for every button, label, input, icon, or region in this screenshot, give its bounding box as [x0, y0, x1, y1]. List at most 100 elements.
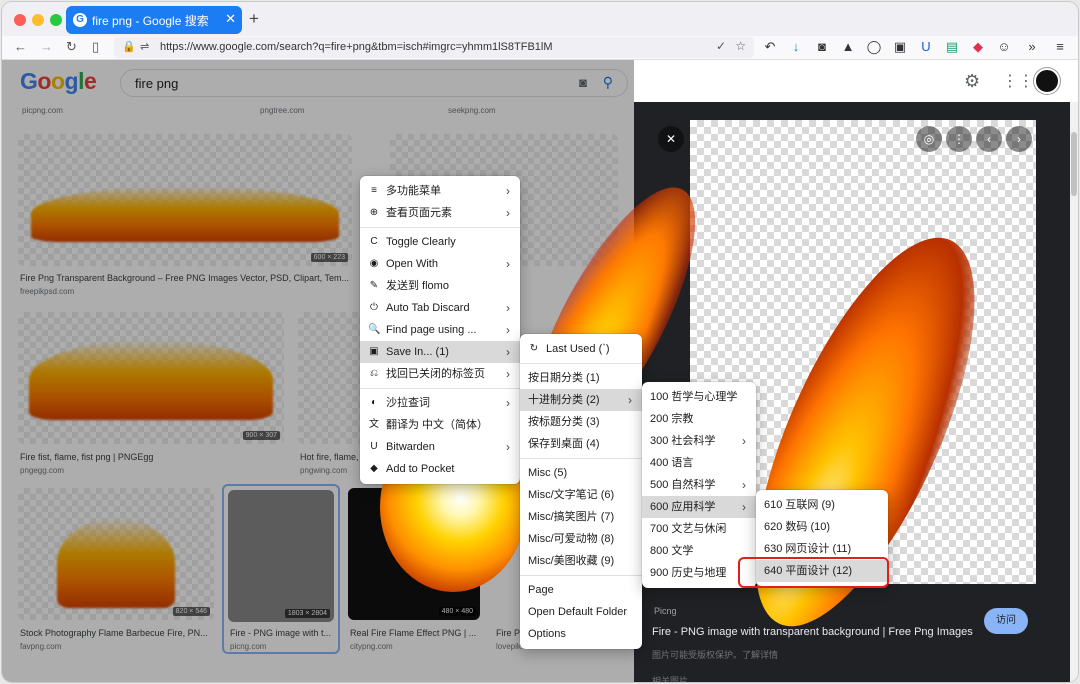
menu-separator	[360, 227, 520, 228]
menu-item-按日期分类-1[interactable]: 按日期分类 (1)	[520, 367, 642, 389]
menu-item-misc-5[interactable]: Misc (5)	[520, 462, 642, 484]
menu-item-label: Options	[528, 628, 566, 640]
copyright-note[interactable]: 图片可能受版权保护。了解详情	[652, 648, 778, 661]
menu-item-发送到-flomo[interactable]: ✎ 发送到 flomo	[360, 275, 520, 297]
menu-item-label: 按标题分类 (3)	[528, 416, 600, 428]
bitwarden-icon[interactable]: U	[918, 39, 934, 55]
menu-item-沙拉查词[interactable]: ◐ 沙拉查词 ›	[360, 392, 520, 414]
menu-item-misc-搞笑图片-7[interactable]: Misc/搞笑图片 (7)	[520, 506, 642, 528]
gear-icon[interactable]: ⚙	[964, 71, 980, 92]
back-arrow-icon[interactable]: ←	[14, 39, 27, 54]
forward-arrow-icon[interactable]: →	[40, 39, 53, 54]
menu-item-100-哲学与心理学[interactable]: 100 哲学与心理学	[642, 386, 756, 408]
reload-icon[interactable]: ↻	[66, 39, 77, 55]
overflow-chevron-icon[interactable]: »	[1024, 39, 1040, 55]
menu-item-open-default-folder[interactable]: Open Default Folder	[520, 601, 642, 623]
circle-extension-icon[interactable]: ◯	[866, 39, 882, 55]
menu-item-多功能菜单[interactable]: ≡ 多功能菜单 ›	[360, 180, 520, 202]
menu-item-label: 按日期分类 (1)	[528, 372, 600, 384]
menu-item-600-应用科学[interactable]: 600 应用科学 ›	[642, 496, 756, 518]
menu-item-label: 多功能菜单	[386, 185, 441, 197]
more-options-icon[interactable]: ⋮	[946, 126, 972, 152]
menu-item-auto-tab-discard[interactable]: ⏻ Auto Tab Discard ›	[360, 297, 520, 319]
menu-separator	[520, 575, 642, 576]
menu-item-misc-文字笔记-6[interactable]: Misc/文字笔记 (6)	[520, 484, 642, 506]
tab-title: fire png - Google 搜索	[92, 13, 209, 28]
menu-item-label: 400 语言	[650, 457, 694, 469]
bookmark-star-icon[interactable]: ☆	[735, 39, 746, 53]
menu-item-400-语言[interactable]: 400 语言	[642, 452, 756, 474]
menu-item-按标题分类-3[interactable]: 按标题分类 (3)	[520, 411, 642, 433]
menu-item-icon: C	[370, 236, 378, 247]
container-icon[interactable]: ▣	[892, 39, 908, 55]
maximize-window-button[interactable]	[50, 14, 62, 26]
sidebar-icon[interactable]: ▯	[92, 39, 99, 55]
close-window-button[interactable]	[14, 14, 26, 26]
menu-item-查看页面元素[interactable]: ⊕ 查看页面元素 ›	[360, 202, 520, 224]
preview-title[interactable]: Fire - PNG image with transparent backgr…	[652, 626, 973, 638]
url-text[interactable]: https://www.google.com/search?q=fire+png…	[160, 41, 553, 53]
menu-item-last-used[interactable]: ↻ Last Used (`)	[520, 338, 642, 360]
menu-hamburger-icon[interactable]: ≡	[1052, 39, 1068, 55]
menu-item-保存到桌面-4[interactable]: 保存到桌面 (4)	[520, 433, 642, 455]
checkmark-icon[interactable]: ✓	[716, 39, 726, 53]
menu-item-page[interactable]: Page	[520, 579, 642, 601]
close-tab-icon[interactable]: ✕	[225, 11, 236, 27]
menu-item-find-page-using[interactable]: 🔍 Find page using ... ›	[360, 319, 520, 341]
menu-item-500-自然科学[interactable]: 500 自然科学 ›	[642, 474, 756, 496]
apps-grid-icon[interactable]: ⋮⋮	[1002, 71, 1034, 91]
avatar[interactable]	[1034, 68, 1060, 94]
menu-item-label: 500 自然科学	[650, 479, 716, 491]
download-icon[interactable]: ↓	[788, 39, 804, 55]
menu-separator	[360, 388, 520, 389]
next-icon[interactable]: ›	[1006, 126, 1032, 152]
scrollbar-thumb[interactable]	[1071, 132, 1077, 196]
close-icon[interactable]: ✕	[658, 126, 684, 152]
lens-icon[interactable]: ◎	[916, 126, 942, 152]
history-back-extension-icon[interactable]: ↶	[762, 39, 778, 55]
menu-item-label: 100 哲学与心理学	[650, 391, 738, 403]
menu-item-add-to-pocket[interactable]: ◆ Add to Pocket	[360, 458, 520, 480]
menu-item-找回已关闭的标签页[interactable]: ⎌ 找回已关闭的标签页 ›	[360, 363, 520, 385]
highlight-box	[738, 557, 889, 588]
visit-button[interactable]: 访问	[984, 608, 1028, 634]
menu-item-610-互联网-9[interactable]: 610 互联网 (9)	[756, 494, 888, 516]
menu-item-toggle-clearly[interactable]: C Toggle Clearly	[360, 231, 520, 253]
camera-icon[interactable]: ◙	[814, 39, 830, 55]
face-icon[interactable]: ☺	[996, 39, 1012, 55]
menu-item-翻译为-中文-简体[interactable]: 文翻译为 中文（简体）	[360, 414, 520, 436]
menu-item-icon: U	[370, 441, 378, 452]
previous-icon[interactable]: ‹	[976, 126, 1002, 152]
menu-item-label: Open Default Folder	[528, 606, 628, 618]
menu-item-icon: 文	[369, 419, 379, 430]
menu-item-label: 找回已关闭的标签页	[386, 368, 485, 380]
active-tab[interactable]: G fire png - Google 搜索 ✕	[66, 6, 242, 34]
minimize-window-button[interactable]	[32, 14, 44, 26]
menu-item-bitwarden[interactable]: U Bitwarden ›	[360, 436, 520, 458]
menu-separator	[520, 458, 642, 459]
menu-item-700-文艺与休闲[interactable]: 700 文艺与休闲	[642, 518, 756, 540]
menu-item-620-数码-10[interactable]: 620 数码 (10)	[756, 516, 888, 538]
menu-item-options[interactable]: Options	[520, 623, 642, 645]
new-tab-button[interactable]: +	[249, 9, 259, 29]
pocket-icon[interactable]: ◆	[970, 39, 986, 55]
menu-item-label: 200 宗教	[650, 413, 694, 425]
menu-item-label: Save In... (1)	[386, 346, 449, 358]
context-menu: ≡ 多功能菜单 › ⊕ 查看页面元素 › C Toggle Clearly ◉ Open With…	[360, 176, 520, 484]
address-bar[interactable]: 🔒 ⇌ https://www.google.com/search?q=fire…	[114, 37, 754, 58]
lock-icon[interactable]: 🔒	[122, 40, 136, 53]
save-icon[interactable]: ▤	[944, 39, 960, 55]
menu-item-save-in-1[interactable]: ▣ Save In... (1) ›	[360, 341, 520, 363]
menu-item-icon: ≡	[371, 185, 377, 196]
menu-item-icon: ⏻	[370, 302, 378, 313]
menu-item-200-宗教[interactable]: 200 宗教	[642, 408, 756, 430]
menu-item-label: 610 互联网 (9)	[764, 499, 835, 511]
preview-source[interactable]: Picng	[654, 606, 677, 616]
menu-item-300-社会科学[interactable]: 300 社会科学 ›	[642, 430, 756, 452]
menu-item-misc-可爱动物-8[interactable]: Misc/可爱动物 (8)	[520, 528, 642, 550]
rocket-icon[interactable]: ▲	[840, 39, 856, 55]
menu-item-十进制分类-2[interactable]: 十进制分类 (2) ›	[520, 389, 642, 411]
permissions-icon[interactable]: ⇌	[140, 40, 149, 53]
menu-item-misc-美图收藏-9[interactable]: Misc/美图收藏 (9)	[520, 550, 642, 572]
menu-item-open-with[interactable]: ◉ Open With ›	[360, 253, 520, 275]
